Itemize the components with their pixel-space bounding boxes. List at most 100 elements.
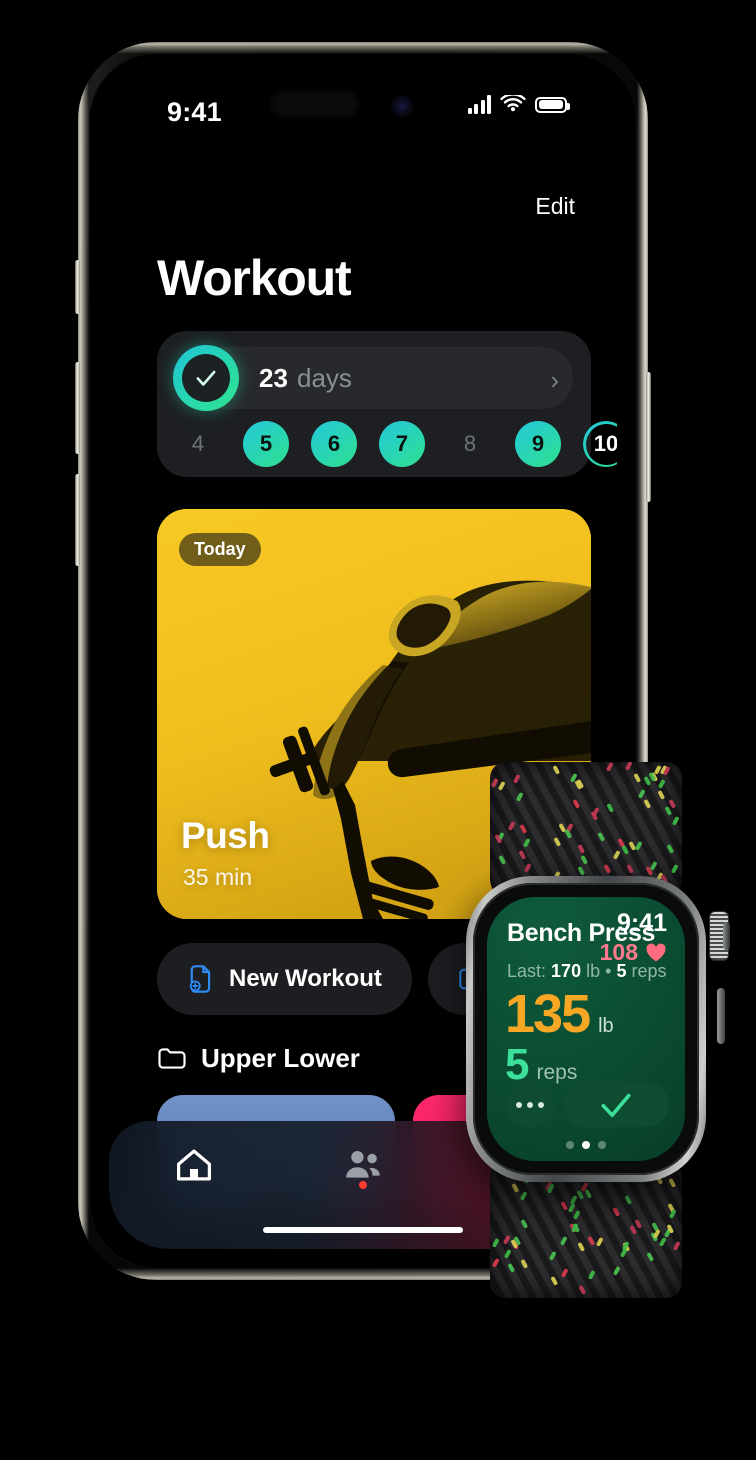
complete-set-button[interactable] [563,1082,669,1127]
band-fleck [565,829,572,839]
band-fleck [508,821,515,831]
band-fleck [669,1178,676,1188]
volume-up-button[interactable] [75,362,80,454]
weight-unit: lb [598,1015,614,1038]
band-fleck [625,1195,632,1205]
streak-day-7[interactable]: 7 [379,421,425,467]
band-fleck [521,1219,528,1229]
page-dot [566,1141,574,1149]
volume-down-button[interactable] [75,474,80,566]
page-dot [598,1141,606,1149]
band-fleck [524,863,531,873]
band-fleck [553,837,560,847]
tab-home[interactable] [109,1135,278,1195]
home-icon [174,1146,214,1184]
folder-header[interactable]: Upper Lower [157,1043,360,1074]
band-fleck [513,774,520,784]
streak-card[interactable]: 23 days › 4 5 6 7 8 9 10 [157,331,591,477]
last-weight: 170 [551,961,581,981]
band-fleck [551,1276,558,1286]
band-fleck [667,844,674,854]
band-fleck [638,789,645,799]
front-camera-icon [391,95,413,117]
reps-unit: reps [536,1061,577,1085]
streak-day-6[interactable]: 6 [311,421,357,467]
digital-crown-cap [723,922,730,950]
band-fleck [595,1237,602,1247]
band-fleck [588,1236,595,1246]
band-fleck [520,1191,527,1201]
reps-stepper[interactable]: 5 reps [505,1043,577,1087]
band-fleck [553,765,560,775]
band-fleck [585,1189,592,1199]
edit-button[interactable]: Edit [535,193,575,220]
power-button[interactable] [646,372,651,502]
status-bar: 9:41 [109,73,617,151]
band-fleck [635,841,642,851]
band-fleck [672,816,679,826]
streak-day-label: 8 [464,431,476,457]
folder-icon [157,1046,187,1071]
action-button[interactable] [75,260,80,314]
band-fleck [613,1266,620,1276]
page-title: Workout [157,249,350,307]
streak-summary-row[interactable]: 23 days › [175,347,573,409]
band-fleck [653,1229,660,1239]
new-workout-button[interactable]: New Workout [157,943,412,1015]
cellular-signal-icon [468,95,492,114]
checkmark-icon [193,365,219,391]
workout-title: Push [181,815,269,857]
watch-time: 9:41 [617,909,667,938]
band-fleck [647,1252,654,1262]
streak-day-9[interactable]: 9 [515,421,561,467]
tab-community[interactable] [278,1135,447,1195]
band-fleck [591,807,598,817]
band-fleck [559,1236,566,1246]
watch-case: Bench Press 9:41 108 Last: 170 lb • 5 re… [466,876,706,1182]
streak-day-5[interactable]: 5 [243,421,289,467]
streak-day-4[interactable]: 4 [175,421,221,467]
band-fleck [521,1259,528,1269]
band-fleck [578,844,585,854]
band-fleck [549,1251,556,1261]
weight-value: 135 [505,987,589,1041]
band-fleck [492,1238,499,1248]
people-icon [342,1148,384,1182]
band-fleck [572,1210,579,1220]
last-set-summary: Last: 170 lb • 5 reps [507,961,667,982]
streak-day-label: 7 [396,431,408,457]
band-fleck [668,1209,675,1219]
band-fleck [629,1225,636,1235]
weight-stepper[interactable]: 135 lb [505,987,614,1041]
streak-day-10[interactable]: 10 [583,421,617,467]
band-fleck [658,779,665,789]
streak-day-8[interactable]: 8 [447,421,493,467]
streak-days-row: 4 5 6 7 8 9 10 [175,421,573,467]
band-fleck [635,1219,642,1229]
heart-icon [645,943,667,963]
band-fleck [597,832,604,842]
band-fleck [512,1183,519,1193]
watch-side-button[interactable] [717,988,725,1044]
band-fleck [658,789,665,799]
band-fleck [644,799,651,809]
workout-duration: 35 min [183,864,252,891]
home-indicator[interactable] [263,1227,463,1233]
band-fleck [629,841,636,851]
band-fleck [634,772,641,782]
more-options-button[interactable] [505,1082,555,1127]
band-fleck [516,792,523,802]
new-document-plus-icon [187,964,215,994]
checkmark-icon [599,1091,633,1119]
band-fleck [581,855,588,865]
last-reps: 5 [616,961,626,981]
checkmark-circle-icon [173,345,239,411]
last-reps-unit: reps [632,961,667,981]
band-fleck [568,1203,575,1213]
band-fleck [613,850,620,860]
band-fleck [523,838,530,848]
streak-day-label: 6 [328,431,340,457]
streak-day-label: 9 [532,431,544,457]
chevron-right-icon[interactable]: › [550,365,559,396]
band-fleck [613,1207,620,1217]
